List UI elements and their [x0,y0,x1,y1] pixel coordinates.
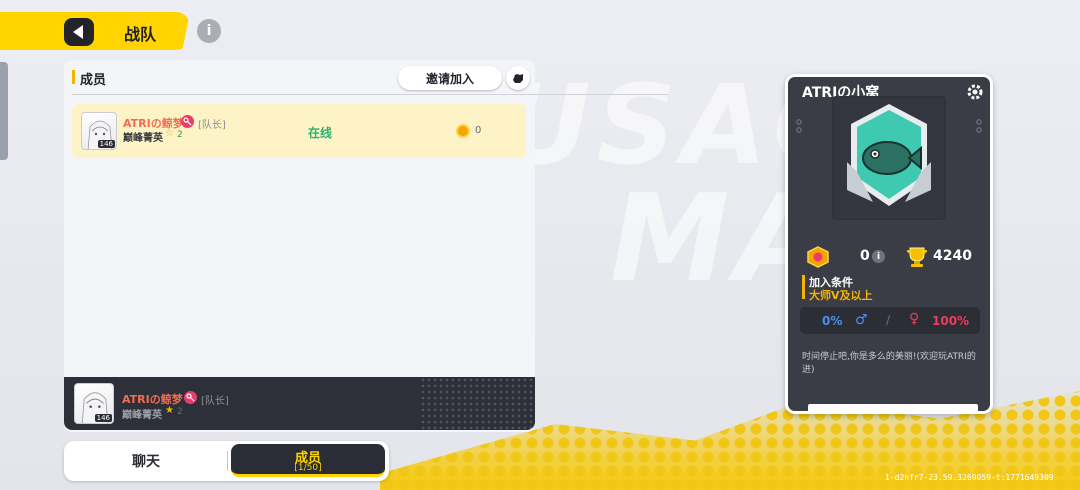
team-description: 时间停止吧,你是多么的美丽!(欢迎玩ATRI的进) [802,352,976,375]
card-bottom-strip [808,404,978,412]
tab-divider [227,451,228,471]
activity-coin-icon [456,124,470,138]
team-trophies-value: 4240 [933,248,972,264]
captain-key-icon [184,391,197,404]
team-activity-value: 0 [860,248,870,264]
side-drawer-handle[interactable] [0,62,8,160]
join-condition-value: 大师V及以上 [809,289,873,302]
more-options-button[interactable] [506,66,530,90]
page-title: 战队 [124,25,157,44]
ratio-separator: / [886,313,891,327]
member-status: 在线 [308,126,333,140]
self-avatar[interactable]: 146 [74,383,114,424]
back-button[interactable] [64,18,94,46]
member-score: 0 [475,125,482,136]
female-icon: ♀ [909,311,920,327]
tab-members-count: [1/50] [294,463,322,473]
level-badge: 146 [97,140,115,148]
header-bar [0,12,190,50]
self-stars: 2 [177,407,183,417]
activity-medal-icon [807,246,829,268]
member-stars: 2 [177,130,183,140]
captain-key-icon [181,115,194,128]
info-icon[interactable]: i [872,250,885,263]
star-icon: ☆ [165,128,174,139]
decor-dots-icon [976,119,982,133]
self-bar-pattern [420,377,535,430]
tab-members[interactable]: 成员 [1/50] [231,444,385,477]
female-percentage: 100% [932,314,970,328]
invite-button[interactable]: 邀请加入 [398,66,502,90]
trophy-icon [907,247,927,267]
level-badge: 146 [94,414,112,422]
decor-dots-icon [796,119,802,133]
hand-icon [513,74,523,83]
tab-chat[interactable]: 聊天 [64,441,228,481]
back-arrow-icon [73,25,83,39]
divider [72,94,668,95]
member-role: [队长] [198,120,226,131]
info-icon[interactable]: i [197,19,221,43]
male-percentage: 0% [822,314,843,328]
member-rank: 巅峰菁英 [123,133,163,144]
star-icon: ★ [165,405,174,416]
team-badge-fish-icon [847,104,931,206]
section-accent-bar [72,70,75,84]
self-role: [队长] [201,396,229,407]
male-icon: ♂ [855,312,868,328]
build-id: 1-d2nfr7-23.59.3269059-t:1771649309 [885,473,1054,482]
member-avatar[interactable]: 146 [81,112,117,150]
section-title: 成员 [80,73,107,88]
self-rank: 巅峰菁英 [122,410,162,421]
gear-icon[interactable] [965,82,985,102]
requirement-accent-bar [802,275,805,299]
